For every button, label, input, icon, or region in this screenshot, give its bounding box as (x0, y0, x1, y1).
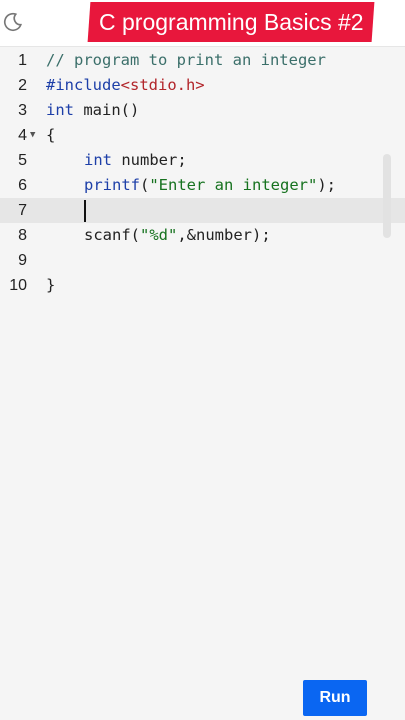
code-token: main() (74, 101, 140, 119)
code-line[interactable]: 9 (0, 248, 405, 273)
header-token: <stdio.h> (120, 76, 205, 94)
code-text: { (46, 123, 55, 148)
comment-token: // program to print an integer (46, 51, 326, 69)
run-button[interactable]: Run (303, 680, 367, 716)
code-text: printf("Enter an integer"); (46, 173, 336, 198)
code-line[interactable]: 10 } (0, 273, 405, 298)
code-line[interactable]: 6 printf("Enter an integer"); (0, 173, 405, 198)
code-text: #include<stdio.h> (46, 73, 205, 98)
line-number: 10 (9, 277, 27, 294)
code-line[interactable]: 3 int main() (0, 98, 405, 123)
string-token: "Enter an integer" (149, 176, 318, 194)
code-line[interactable]: 2 #include<stdio.h> (0, 73, 405, 98)
code-text: scanf("%d",&number); (46, 223, 271, 248)
editor-scrollbar[interactable] (383, 154, 391, 238)
top-bar: C programming Basics #2 (0, 0, 405, 47)
code-line[interactable]: 8 scanf("%d",&number); (0, 223, 405, 248)
code-text: } (46, 273, 55, 298)
code-line[interactable]: 5 int number; (0, 148, 405, 173)
line-number: 2 (18, 77, 27, 94)
line-number: 5 (18, 152, 27, 169)
code-text (46, 198, 86, 223)
brace-token: } (46, 276, 56, 294)
page-title: C programming Basics #2 (98, 9, 364, 35)
code-token: ); (317, 176, 336, 194)
line-number: 7 (18, 202, 27, 219)
keyword-token: int (46, 101, 74, 119)
line-number: 4 (18, 127, 27, 144)
line-number: 6 (18, 177, 27, 194)
code-line[interactable]: 1 // program to print an integer (0, 48, 405, 73)
code-line[interactable]: 4 ▼ { (0, 123, 405, 148)
function-token: printf (84, 176, 140, 194)
code-text: // program to print an integer (46, 48, 326, 73)
code-text: int number; (46, 148, 187, 173)
code-token: ( (140, 176, 150, 194)
code-text: int main() (46, 98, 139, 123)
text-cursor (84, 199, 86, 222)
string-token: "%d" (140, 226, 178, 244)
line-number: 1 (18, 52, 27, 69)
active-code-line[interactable]: 7 (0, 198, 405, 223)
include-token: #include (46, 76, 121, 94)
line-number: 9 (18, 252, 27, 269)
code-editor[interactable]: 1 // program to print an integer 2 #incl… (0, 48, 405, 648)
keyword-token: int (84, 151, 112, 169)
moon-icon[interactable] (2, 11, 24, 33)
line-number: 8 (18, 227, 27, 244)
code-token: number; (112, 151, 187, 169)
brace-token: { (46, 126, 56, 144)
video-title-banner: C programming Basics #2 (87, 2, 375, 42)
line-number: 3 (18, 102, 27, 119)
fold-arrow-icon[interactable]: ▼ (30, 123, 35, 148)
code-token: ,&number); (177, 226, 271, 244)
function-token: scanf( (84, 226, 140, 244)
